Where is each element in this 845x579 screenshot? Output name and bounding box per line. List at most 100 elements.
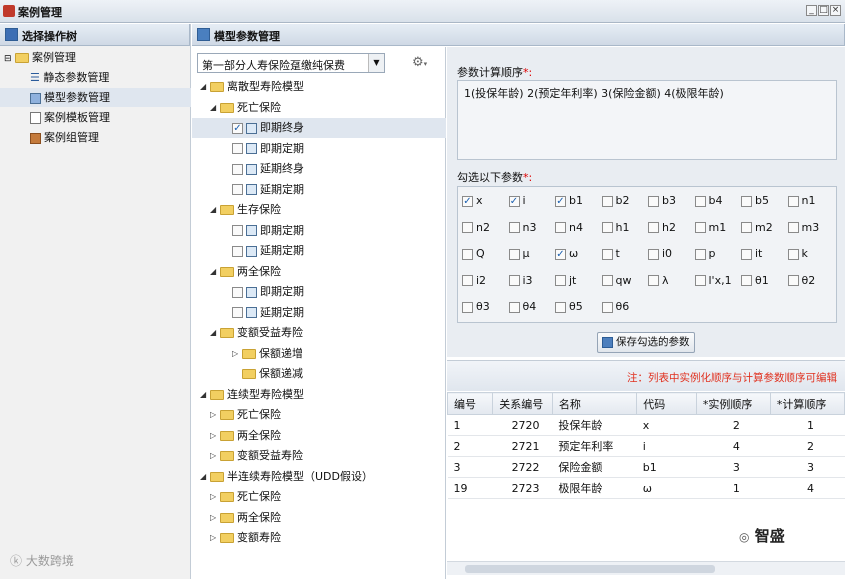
column-header[interactable]: 代码 bbox=[636, 392, 697, 415]
checkbox[interactable] bbox=[741, 222, 752, 233]
expand-toggle-icon[interactable]: ▷ bbox=[232, 344, 240, 364]
param-checkbox-24[interactable]: i2 bbox=[462, 272, 486, 290]
checkbox[interactable] bbox=[648, 248, 659, 260]
model-tree-item[interactable]: 延期定期 bbox=[232, 241, 304, 261]
checkbox[interactable] bbox=[648, 222, 659, 233]
checkbox[interactable] bbox=[601, 301, 613, 313]
model-tree-item[interactable]: 延期终身 bbox=[232, 159, 304, 179]
tree-item-case-groups[interactable]: 案例组管理 bbox=[30, 128, 99, 147]
column-header[interactable]: *实例顺序 bbox=[695, 392, 771, 415]
param-checkbox-13[interactable]: m1 bbox=[694, 219, 726, 237]
table-cell[interactable]: 3 bbox=[770, 456, 845, 478]
table-row[interactable]: 1 2720 投保年龄 x 2 1 bbox=[447, 414, 845, 436]
table-cell[interactable]: 3 bbox=[696, 456, 771, 478]
model-tree-item[interactable]: ▷ 保额递增 bbox=[232, 344, 303, 364]
column-header[interactable]: 关系编号 bbox=[492, 392, 553, 415]
tree-item-case-templates[interactable]: 案例模板管理 bbox=[30, 108, 110, 127]
model-tree-item[interactable]: ▷ 两全保险 bbox=[210, 426, 281, 446]
param-checkbox-11[interactable]: h1 bbox=[601, 219, 629, 237]
checkbox[interactable]: ✓ bbox=[555, 248, 566, 260]
param-checkbox-27[interactable]: qw bbox=[601, 272, 631, 290]
tree-item-case-management[interactable]: ⊟ 案例管理 bbox=[4, 48, 76, 67]
model-tree-item[interactable]: ◢ 半连续寿险模型（UDD假设） bbox=[200, 467, 373, 487]
checkbox[interactable]: ✓ bbox=[555, 195, 566, 207]
tree-checkbox[interactable] bbox=[232, 307, 243, 318]
table-cell[interactable]: 2 bbox=[696, 414, 771, 436]
table-row[interactable]: 2 2721 预定年利率 i 4 2 bbox=[447, 435, 845, 457]
table-cell[interactable]: 4 bbox=[770, 477, 845, 499]
tree-checkbox[interactable] bbox=[232, 245, 243, 257]
param-checkbox-5[interactable]: b4 bbox=[694, 192, 722, 210]
tree-item-static-params[interactable]: ☰ 静态参数管理 bbox=[30, 68, 109, 87]
table-row[interactable]: 3 2722 保险金额 b1 3 3 bbox=[447, 456, 845, 478]
tree-checkbox[interactable] bbox=[232, 143, 243, 154]
param-checkbox-17[interactable]: μ bbox=[508, 245, 530, 263]
expand-toggle-icon[interactable] bbox=[232, 364, 240, 384]
param-checkbox-14[interactable]: m2 bbox=[741, 219, 773, 237]
checkbox[interactable] bbox=[508, 301, 520, 313]
expanded-toggle-icon[interactable]: ◢ bbox=[200, 385, 208, 405]
checkbox[interactable]: ✓ bbox=[462, 195, 473, 207]
checkbox[interactable]: ✓ bbox=[508, 195, 520, 207]
param-checkbox-15[interactable]: m3 bbox=[787, 219, 819, 237]
model-tree-item[interactable]: ◢ 离散型寿险模型 bbox=[200, 77, 304, 97]
checkbox[interactable] bbox=[462, 301, 473, 313]
expanded-toggle-icon[interactable]: ◢ bbox=[200, 77, 208, 97]
param-checkbox-20[interactable]: i0 bbox=[648, 245, 672, 263]
close-button[interactable]: × bbox=[830, 5, 841, 16]
model-tree-item[interactable]: ◢ 生存保险 bbox=[210, 200, 281, 220]
checkbox[interactable] bbox=[601, 275, 613, 286]
param-checkbox-22[interactable]: it bbox=[741, 245, 762, 263]
checkbox[interactable] bbox=[741, 275, 752, 286]
checkbox[interactable] bbox=[787, 248, 799, 260]
checkbox[interactable] bbox=[601, 222, 613, 233]
tree-checkbox[interactable] bbox=[232, 225, 243, 236]
model-tree-item[interactable]: ◢ 变额受益寿险 bbox=[210, 323, 303, 343]
expanded-toggle-icon[interactable]: ◢ bbox=[210, 200, 218, 220]
model-tree-item[interactable]: ◢ 死亡保险 bbox=[210, 98, 281, 118]
minimize-button[interactable]: _ bbox=[806, 5, 817, 16]
model-tree-item[interactable]: ▷ 死亡保险 bbox=[210, 487, 281, 507]
expand-toggle-icon[interactable]: ▷ bbox=[210, 446, 218, 466]
tree-checkbox[interactable] bbox=[232, 163, 243, 175]
param-checkbox-23[interactable]: k bbox=[787, 245, 808, 263]
param-checkbox-8[interactable]: n2 bbox=[462, 219, 490, 237]
table-cell[interactable]: 1 bbox=[770, 414, 845, 436]
column-header[interactable]: 编号 bbox=[446, 392, 494, 415]
param-checkbox-4[interactable]: b3 bbox=[648, 192, 676, 210]
model-tree-item[interactable]: ✓ 即期终身 bbox=[192, 118, 446, 138]
checkbox[interactable] bbox=[555, 222, 566, 233]
save-params-button[interactable]: 保存勾选的参数 bbox=[597, 332, 695, 353]
checkbox[interactable] bbox=[648, 275, 659, 286]
checkbox[interactable] bbox=[508, 275, 520, 286]
checkbox[interactable] bbox=[601, 195, 613, 207]
model-tree-item[interactable]: 延期定期 bbox=[232, 303, 304, 323]
param-checkbox-9[interactable]: n3 bbox=[508, 219, 536, 237]
model-tree-item[interactable]: ◢ 两全保险 bbox=[210, 262, 281, 282]
tree-checkbox[interactable] bbox=[232, 286, 243, 298]
expanded-toggle-icon[interactable]: ◢ bbox=[210, 323, 218, 343]
model-tree-item[interactable]: ◢ 连续型寿险模型 bbox=[200, 385, 304, 405]
column-header[interactable]: *计算顺序 bbox=[769, 392, 845, 415]
table-row[interactable]: 19 2723 极限年龄 ω 1 4 bbox=[447, 477, 845, 499]
settings-gear-icon[interactable]: ⚙▾ bbox=[412, 55, 438, 71]
expanded-toggle-icon[interactable]: ◢ bbox=[210, 98, 218, 118]
expand-toggle-icon[interactable]: ▷ bbox=[210, 426, 218, 446]
checkbox[interactable] bbox=[787, 195, 799, 207]
collapse-toggle-icon[interactable]: ⊟ bbox=[4, 54, 12, 64]
param-checkbox-35[interactable]: θ6 bbox=[601, 298, 629, 316]
model-tree-item[interactable]: ▷ 变额寿险 bbox=[210, 528, 281, 548]
param-checkbox-21[interactable]: p bbox=[694, 245, 715, 263]
expanded-toggle-icon[interactable]: ◢ bbox=[210, 262, 218, 282]
checkbox[interactable] bbox=[741, 195, 752, 207]
model-select[interactable]: 第一部分人寿保险趸缴纯保费 ▼ bbox=[197, 53, 385, 73]
checkbox[interactable] bbox=[648, 195, 659, 207]
expand-toggle-icon[interactable]: ▷ bbox=[210, 528, 218, 548]
column-header[interactable]: 名称 bbox=[551, 392, 638, 415]
table-cell[interactable]: 1 bbox=[696, 477, 771, 499]
param-checkbox-34[interactable]: θ5 bbox=[555, 298, 583, 316]
chevron-down-icon[interactable]: ▼ bbox=[368, 54, 384, 72]
param-checkbox-12[interactable]: h2 bbox=[648, 219, 676, 237]
checkbox[interactable] bbox=[508, 248, 520, 260]
param-checkbox-19[interactable]: t bbox=[601, 245, 620, 263]
